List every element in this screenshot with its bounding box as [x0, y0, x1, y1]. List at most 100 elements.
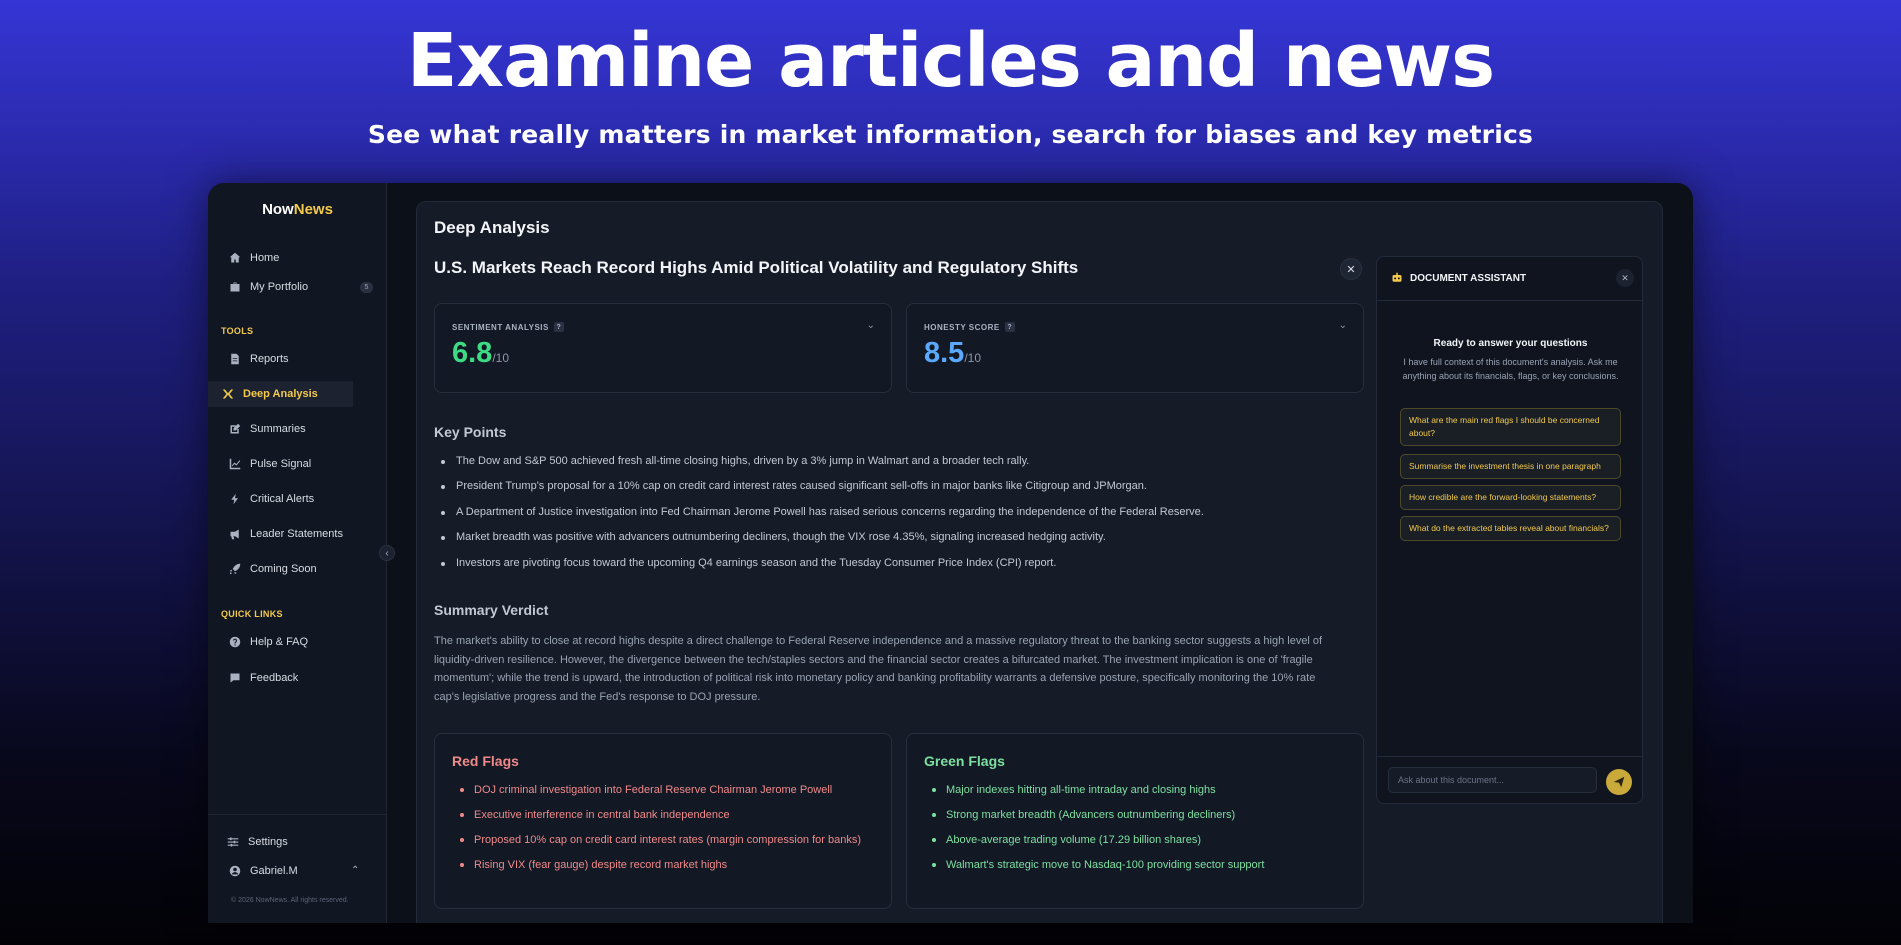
close-assistant-button[interactable]: ✕	[1616, 269, 1634, 287]
sentiment-score: 6.8/10	[452, 337, 510, 369]
user-name: Gabriel.M	[250, 865, 298, 877]
chart-line-icon	[228, 457, 242, 471]
key-points-list: The Dow and S&P 500 achieved fresh all-t…	[434, 455, 1204, 582]
sidebar-item-coming-soon[interactable]: Coming Soon	[228, 556, 373, 582]
list-item: Investors are pivoting focus toward the …	[434, 557, 1204, 582]
sidebar-item-critical-alerts[interactable]: Critical Alerts	[228, 486, 373, 512]
green-flags-list: Major indexes hitting all-time intraday …	[924, 782, 1344, 882]
list-item: Walmart's strategic move to Nasdaq-100 p…	[924, 857, 1344, 874]
chevron-up-icon[interactable]: ⌃	[351, 865, 359, 876]
red-flags-card: Red Flags DOJ criminal investigation int…	[434, 733, 892, 909]
chevron-left-icon: ‹	[385, 547, 389, 559]
assistant-title: DOCUMENT ASSISTANT	[1391, 272, 1526, 284]
help-icon[interactable]: ?	[1004, 322, 1015, 332]
help-icon	[228, 635, 242, 649]
sidebar-item-home[interactable]: Home	[228, 245, 373, 271]
sidebar-item-label: Home	[250, 252, 280, 264]
sidebar-item-label: Help & FAQ	[250, 636, 309, 648]
close-article-button[interactable]: ✕	[1340, 258, 1362, 280]
app-window: NowNews Home My Portfolio 5 TOOLS Report…	[208, 183, 1693, 923]
tools-section-label: TOOLS	[221, 326, 254, 336]
close-icon: ✕	[1346, 263, 1356, 276]
assistant-question-input[interactable]	[1388, 767, 1597, 793]
hero-title: Examine articles and news	[406, 18, 1495, 104]
send-icon	[1613, 776, 1625, 788]
sidebar-item-label: Leader Statements	[250, 528, 343, 540]
send-button[interactable]	[1606, 769, 1632, 795]
sidebar-item-pulse-signal[interactable]: Pulse Signal	[228, 451, 373, 477]
assistant-ready-description: I have full context of this document's a…	[1402, 357, 1619, 381]
close-icon: ✕	[1621, 272, 1629, 283]
sentiment-label: SENTIMENT ANALYSIS?	[452, 322, 564, 332]
assistant-header: DOCUMENT ASSISTANT ✕	[1377, 257, 1642, 301]
sidebar-item-reports[interactable]: Reports	[228, 346, 373, 372]
red-flags-heading: Red Flags	[452, 753, 519, 769]
list-item: President Trump's proposal for a 10% cap…	[434, 480, 1204, 505]
rocket-icon	[228, 562, 242, 576]
list-item: Proposed 10% cap on credit card interest…	[452, 832, 872, 849]
suggestion-chip[interactable]: How credible are the forward-looking sta…	[1400, 485, 1621, 510]
list-item: Rising VIX (fear gauge) despite record m…	[452, 857, 872, 874]
sidebar-item-label: Settings	[248, 836, 288, 848]
collapse-sidebar-button[interactable]: ‹	[379, 545, 395, 561]
sidebar-item-deep-analysis[interactable]: Deep Analysis	[208, 381, 353, 407]
list-item: Above-average trading volume (17.29 bill…	[924, 832, 1344, 849]
chevron-down-icon[interactable]: ⌄	[1339, 320, 1347, 331]
honesty-score: 8.5/10	[924, 337, 982, 369]
quick-links-section-label: QUICK LINKS	[221, 609, 283, 619]
sentiment-card[interactable]: SENTIMENT ANALYSIS? 6.8/10 ⌄	[434, 303, 892, 393]
brand-logo[interactable]: NowNews	[208, 201, 387, 218]
hero-subtitle: See what really matters in market inform…	[367, 120, 1534, 149]
list-item: Major indexes hitting all-time intraday …	[924, 782, 1344, 799]
red-flags-list: DOJ criminal investigation into Federal …	[452, 782, 872, 882]
user-icon	[228, 864, 242, 878]
sidebar-item-leader-statements[interactable]: Leader Statements	[228, 521, 373, 547]
sliders-icon	[226, 835, 240, 849]
sidebar-item-feedback[interactable]: Feedback	[228, 665, 373, 691]
robot-icon	[1391, 272, 1403, 284]
document-icon	[228, 352, 242, 366]
suggestion-chip[interactable]: Summarise the investment thesis in one p…	[1400, 454, 1621, 479]
sidebar-item-label: Critical Alerts	[250, 493, 315, 505]
sidebar-item-settings[interactable]: Settings	[226, 829, 371, 855]
analysis-icon	[221, 387, 235, 401]
sidebar-item-label: Deep Analysis	[243, 388, 318, 400]
list-item: Executive interference in central bank i…	[452, 807, 872, 824]
sidebar: NowNews Home My Portfolio 5 TOOLS Report…	[208, 183, 387, 923]
chat-icon	[228, 671, 242, 685]
list-item: Market breadth was positive with advance…	[434, 531, 1204, 556]
document-assistant: DOCUMENT ASSISTANT ✕ Ready to answer you…	[1376, 256, 1643, 804]
page-title: Deep Analysis	[434, 218, 550, 237]
assistant-ready-title: Ready to answer your questions	[1433, 338, 1588, 349]
sidebar-item-summaries[interactable]: Summaries	[228, 416, 373, 442]
home-icon	[228, 251, 242, 265]
sidebar-item-label: Reports	[250, 353, 289, 365]
list-item: A Department of Justice investigation in…	[434, 506, 1204, 531]
list-item: The Dow and S&P 500 achieved fresh all-t…	[434, 455, 1204, 480]
suggestion-chip[interactable]: What do the extracted tables reveal abou…	[1400, 516, 1621, 541]
sidebar-footer-divider	[208, 814, 387, 815]
summary-verdict-text: The market's ability to close at record …	[434, 635, 1323, 703]
sidebar-item-label: Summaries	[250, 423, 306, 435]
sidebar-item-label: Coming Soon	[250, 563, 317, 575]
assistant-input-bar	[1377, 756, 1642, 803]
sidebar-item-help-faq[interactable]: Help & FAQ	[228, 629, 373, 655]
summary-verdict-heading: Summary Verdict	[434, 602, 549, 618]
megaphone-icon	[228, 527, 242, 541]
sidebar-item-my-portfolio[interactable]: My Portfolio 5	[228, 274, 373, 300]
list-item: Strong market breadth (Advancers outnumb…	[924, 807, 1344, 824]
honesty-label: HONESTY SCORE?	[924, 322, 1015, 332]
suggestion-chip[interactable]: What are the main red flags I should be …	[1400, 408, 1621, 446]
sidebar-item-label: Feedback	[250, 672, 299, 684]
help-icon[interactable]: ?	[553, 322, 564, 332]
honesty-card[interactable]: HONESTY SCORE? 8.5/10 ⌄	[906, 303, 1364, 393]
briefcase-icon	[228, 280, 242, 294]
sidebar-item-label: My Portfolio	[250, 281, 309, 293]
list-item: DOJ criminal investigation into Federal …	[452, 782, 872, 799]
chevron-down-icon[interactable]: ⌄	[867, 320, 875, 331]
portfolio-count-badge: 5	[360, 281, 373, 293]
green-flags-heading: Green Flags	[924, 753, 1005, 769]
copyright-text: © 2026 NowNews. All rights reserved.	[231, 897, 349, 904]
bolt-icon	[228, 492, 242, 506]
sidebar-item-label: Pulse Signal	[250, 458, 312, 470]
